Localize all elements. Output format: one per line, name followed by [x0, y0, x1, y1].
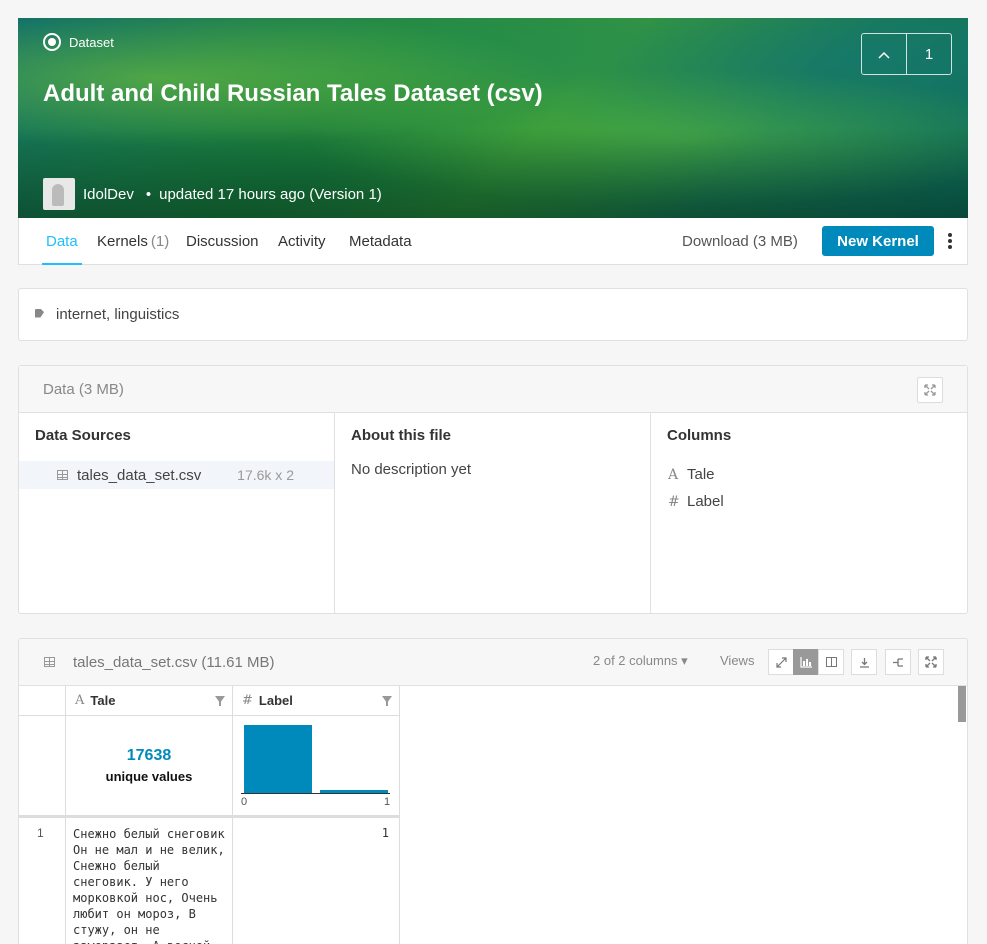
label-histogram: 0 1 — [233, 716, 400, 815]
source-file-size: 17.6k x 2 — [237, 467, 294, 483]
column-item-label[interactable]: # Label — [651, 488, 967, 515]
upvote-button[interactable] — [862, 34, 907, 74]
tab-count: (1) — [150, 232, 170, 250]
data-panel-title: Data (3 MB) — [43, 380, 124, 398]
data-sources-heading: Data Sources — [35, 427, 131, 444]
data-panel-columns: Data Sources tales_data_set.csv 17.6k x … — [19, 413, 967, 613]
file-preview-title: tales_data_set.csv (11.61 MB) — [73, 653, 275, 671]
tab-data[interactable]: Data — [42, 218, 82, 265]
views-label: Views — [720, 653, 755, 668]
tab-discussion[interactable]: Discussion — [186, 218, 259, 264]
numeric-type-icon: # — [668, 493, 680, 510]
tab-activity[interactable]: Activity — [278, 218, 326, 264]
author-line: IdolDev • updated 17 hours ago (Version … — [43, 178, 382, 210]
column-name: Tale — [687, 466, 715, 483]
tab-kernels[interactable]: Kernels (1) — [97, 218, 169, 264]
table-row[interactable]: 1 Снежно белый снеговик Он не мал и не в… — [19, 818, 400, 944]
chevron-up-icon — [878, 46, 890, 62]
column-view-icon[interactable] — [818, 649, 844, 675]
row-index: 1 — [19, 818, 66, 944]
compact-view-icon[interactable] — [768, 649, 794, 675]
about-file-heading: About this file — [351, 427, 451, 444]
label-cell[interactable]: 1 — [233, 818, 400, 944]
filter-icon[interactable] — [215, 696, 225, 706]
tab-bar: Data Kernels (1) Discussion Activity Met… — [18, 218, 968, 265]
data-panel-header: Data (3 MB) — [19, 366, 967, 413]
histogram-axis — [241, 793, 390, 794]
column-header-tale[interactable]: A Tale — [66, 686, 233, 715]
vertical-scrollbar[interactable] — [958, 686, 966, 722]
tab-label: Activity — [278, 232, 326, 250]
histogram-bar[interactable] — [244, 725, 312, 793]
vote-count: 1 — [924, 45, 934, 63]
string-type-icon: A — [75, 693, 85, 708]
fullscreen-icon[interactable] — [918, 649, 944, 675]
unique-label: unique values — [105, 769, 193, 784]
tab-label: Discussion — [186, 232, 259, 250]
tale-cell[interactable]: Снежно белый снеговик Он не мал и не вел… — [66, 818, 233, 944]
badge-label: Dataset — [69, 34, 114, 50]
column-summary-row: 17638 unique values 0 1 — [19, 716, 400, 818]
more-options-icon[interactable] — [947, 233, 953, 249]
data-panel: Data (3 MB) Data Sources tales_data_set.… — [18, 365, 968, 614]
columns-heading: Columns — [667, 427, 732, 444]
tab-label: Metadata — [349, 232, 412, 250]
summary-index-cell — [19, 716, 66, 815]
tags-text[interactable]: internet, linguistics — [56, 306, 179, 323]
dataset-banner: Dataset Adult and Child Russian Tales Da… — [18, 18, 968, 218]
download-link[interactable]: Download (3 MB) — [682, 233, 798, 250]
separator-dot: • — [145, 185, 152, 203]
string-type-icon: A — [668, 466, 679, 483]
data-sources-column: Data Sources tales_data_set.csv 17.6k x … — [19, 413, 335, 613]
dataset-icon — [43, 33, 61, 51]
tale-unique-summary: 17638 unique values — [66, 716, 233, 815]
file-preview-panel: tales_data_set.csv (11.61 MB) 2 of 2 col… — [18, 638, 968, 944]
unique-count: 17638 — [126, 747, 172, 764]
tab-metadata[interactable]: Metadata — [349, 218, 412, 264]
dataset-badge: Dataset — [43, 33, 114, 51]
columns-column: Columns A Tale # Label — [651, 413, 967, 613]
about-file-column: About this file No description yet — [335, 413, 651, 613]
source-file-name: tales_data_set.csv — [77, 466, 202, 484]
upvote-widget: 1 — [861, 33, 952, 75]
histogram-tick-min: 0 — [241, 796, 248, 808]
file-preview-header: tales_data_set.csv (11.61 MB) 2 of 2 col… — [19, 639, 967, 686]
row-index-header — [19, 686, 66, 715]
author-name[interactable]: IdolDev — [83, 186, 134, 203]
new-kernel-button[interactable]: New Kernel — [822, 226, 934, 256]
numeric-type-icon: # — [242, 693, 253, 708]
column-header-label: Tale — [90, 693, 116, 708]
table-icon — [57, 470, 68, 480]
tab-label: Kernels — [97, 232, 148, 250]
table-header-row: A Tale # Label — [19, 686, 400, 716]
expand-icon[interactable] — [917, 377, 943, 403]
table-icon — [44, 657, 55, 667]
column-name: Label — [687, 493, 724, 510]
updated-text: updated 17 hours ago (Version 1) — [159, 185, 382, 203]
histogram-bar[interactable] — [320, 790, 388, 793]
tab-label: Data — [46, 232, 78, 250]
column-item-tale[interactable]: A Tale — [651, 461, 967, 488]
columns-selector[interactable]: 2 of 2 columns ▾ — [593, 653, 688, 669]
share-icon[interactable] — [885, 649, 911, 675]
about-file-text: No description yet — [351, 461, 472, 478]
histogram-tick-max: 1 — [384, 796, 391, 808]
tags-panel: internet, linguistics — [18, 288, 968, 341]
data-source-item[interactable]: tales_data_set.csv 17.6k x 2 — [19, 461, 334, 489]
filter-icon[interactable] — [382, 696, 392, 706]
avatar[interactable] — [43, 178, 75, 210]
data-table: A Tale # Label 17638 unique values 0 1 1… — [19, 686, 400, 944]
column-header-label[interactable]: # Label — [233, 686, 400, 715]
dataset-title: Adult and Child Russian Tales Dataset (c… — [43, 80, 543, 107]
histogram-view-icon[interactable] — [793, 649, 819, 675]
download-icon[interactable] — [851, 649, 877, 675]
column-header-label: Label — [258, 693, 293, 708]
tag-icon — [35, 309, 47, 321]
